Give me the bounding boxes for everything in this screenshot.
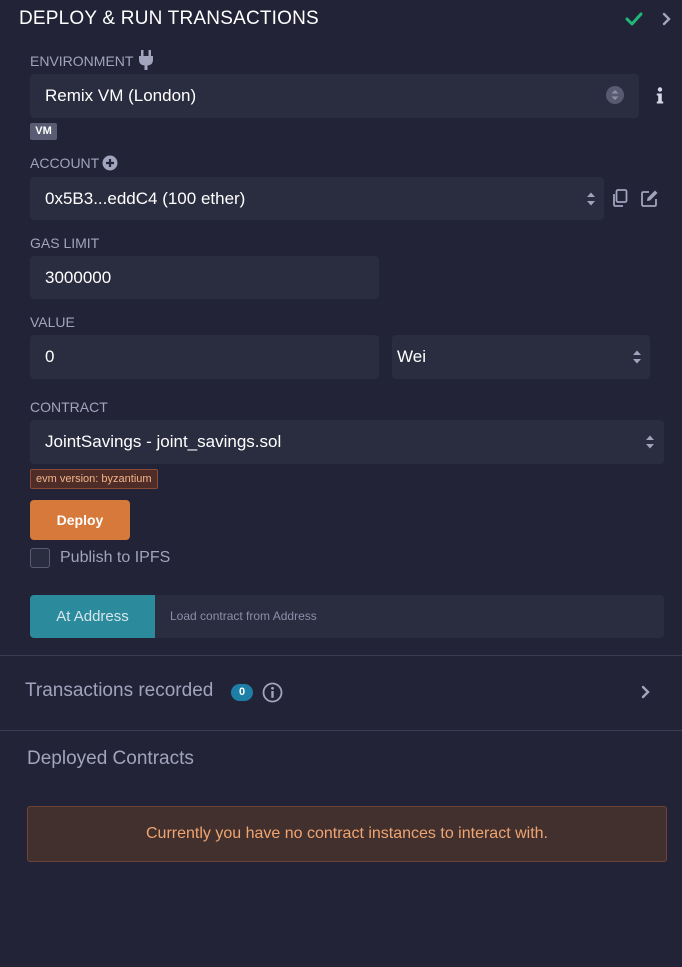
updown-icon [606, 86, 624, 104]
gas-limit-label: GAS LIMIT [30, 235, 100, 251]
value-unit: Wei [397, 347, 426, 366]
address-input-placeholder: Load contract from Address [170, 609, 317, 623]
divider [0, 730, 682, 731]
contract-value: JointSavings - joint_savings.sol [45, 432, 282, 451]
divider [0, 655, 682, 656]
check-icon [625, 12, 643, 26]
environment-label: ENVIRONMENT [30, 53, 134, 69]
contract-label: CONTRACT [30, 399, 108, 415]
panel-title: DEPLOY & RUN TRANSACTIONS [19, 8, 319, 29]
contract-select[interactable]: JointSavings - joint_savings.sol [30, 420, 664, 464]
transactions-count-badge: 0 [231, 684, 253, 701]
gas-limit-input[interactable]: 3000000 [30, 256, 379, 299]
info-circle-icon[interactable] [262, 682, 283, 703]
chevron-right-icon[interactable] [638, 684, 652, 700]
account-label: ACCOUNT [30, 155, 100, 171]
value-input[interactable]: 0 [30, 335, 379, 379]
updown-icon [587, 192, 595, 206]
deployed-contracts-title: Deployed Contracts [27, 748, 194, 769]
publish-ipfs-checkbox[interactable] [30, 548, 50, 568]
chevron-right-icon[interactable] [659, 11, 673, 27]
account-select[interactable]: 0x5B3...eddC4 (100 ether) [30, 177, 604, 220]
plug-icon [139, 50, 153, 70]
account-value: 0x5B3...eddC4 (100 ether) [45, 188, 246, 208]
environment-select[interactable]: Remix VM (London) [30, 74, 639, 118]
transactions-recorded-title[interactable]: Transactions recorded [25, 680, 213, 702]
plus-circle-icon[interactable] [102, 155, 118, 171]
deploy-button[interactable]: Deploy [30, 500, 130, 540]
environment-value: Remix VM (London) [45, 86, 197, 105]
value-label: VALUE [30, 314, 75, 330]
evm-version-badge: evm version: byzantium [30, 469, 158, 489]
at-address-button[interactable]: At Address [30, 595, 155, 638]
updown-icon [633, 350, 641, 364]
no-instances-alert: Currently you have no contract instances… [27, 806, 667, 862]
address-input[interactable]: Load contract from Address [155, 595, 664, 638]
updown-icon [646, 435, 654, 449]
gas-limit-value: 3000000 [45, 267, 112, 287]
info-icon[interactable] [653, 86, 667, 106]
deploy-run-panel: DEPLOY & RUN TRANSACTIONS ENVIRONMENT Re… [0, 0, 682, 967]
value-unit-select[interactable]: Wei [392, 335, 650, 379]
publish-ipfs-label: Publish to IPFS [60, 549, 171, 566]
edit-icon[interactable] [641, 189, 659, 207]
panel-header: DEPLOY & RUN TRANSACTIONS [0, 0, 682, 40]
value-amount: 0 [45, 347, 55, 366]
vm-badge: VM [30, 123, 57, 140]
copy-icon[interactable] [612, 189, 628, 207]
